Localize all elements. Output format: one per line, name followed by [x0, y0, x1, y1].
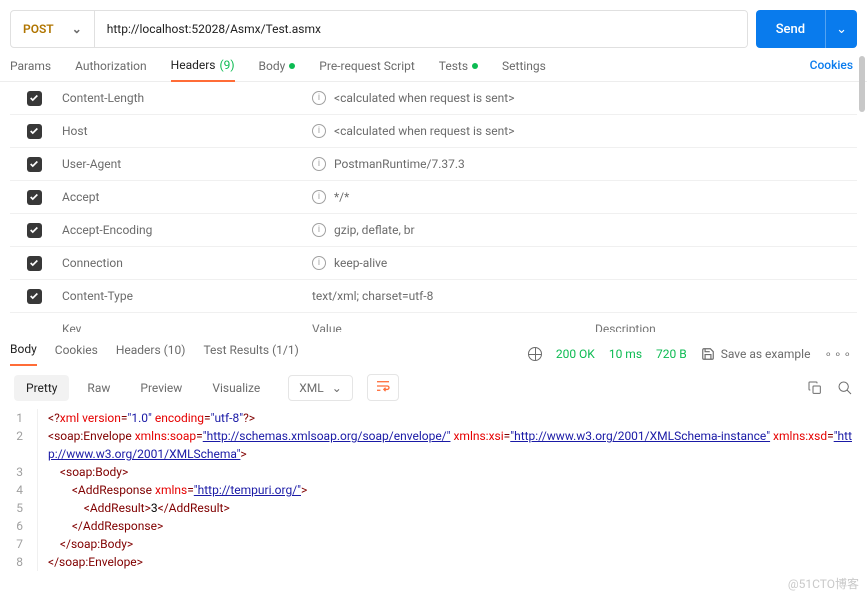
header-key[interactable]: User-Agent [58, 157, 308, 171]
header-key[interactable]: Host [58, 124, 308, 138]
header-row[interactable]: Connectionikeep-alive [10, 247, 857, 280]
tab-body[interactable]: Body [259, 58, 296, 81]
save-icon [701, 347, 715, 361]
header-key[interactable]: Accept-Encoding [58, 223, 308, 237]
tab-prerequest[interactable]: Pre-request Script [319, 58, 414, 81]
info-icon: i [312, 157, 326, 171]
header-value-input[interactable] [312, 322, 583, 332]
resp-tab-cookies[interactable]: Cookies [55, 343, 98, 365]
header-key[interactable]: Connection [58, 256, 308, 270]
info-icon: i [312, 91, 326, 105]
resp-tab-headers[interactable]: Headers (10) [116, 343, 186, 365]
globe-icon[interactable] [528, 347, 542, 361]
header-value[interactable]: igzip, deflate, br [308, 223, 587, 237]
view-preview[interactable]: Preview [128, 375, 194, 401]
header-value[interactable]: text/xml; charset=utf-8 [308, 289, 587, 303]
header-value[interactable]: i*/* [308, 190, 587, 204]
body-dot-icon [289, 63, 295, 69]
chevron-down-icon: ⌄ [72, 22, 82, 36]
view-pretty[interactable]: Pretty [14, 375, 69, 401]
header-desc-input[interactable] [595, 322, 849, 332]
checkbox[interactable] [27, 157, 42, 172]
response-tabs: Body Cookies Headers (10) Test Results (… [0, 332, 867, 366]
resp-tests-label: Test Results [203, 343, 269, 357]
header-row-empty[interactable] [10, 313, 857, 332]
checkbox[interactable] [27, 256, 42, 271]
tab-settings[interactable]: Settings [502, 58, 546, 81]
header-value[interactable]: ikeep-alive [308, 256, 587, 270]
resp-headers-label: Headers [116, 343, 161, 357]
tab-headers-label: Headers [171, 58, 216, 72]
checkbox[interactable] [27, 91, 42, 106]
checkbox[interactable] [27, 124, 42, 139]
more-menu-icon[interactable]: ∘∘∘ [824, 347, 853, 361]
resp-tests-count: (1/1) [272, 343, 299, 357]
view-raw[interactable]: Raw [75, 375, 122, 401]
info-icon: i [312, 256, 326, 270]
http-method-label: POST [23, 22, 54, 36]
send-button-label: Send [756, 10, 825, 48]
header-value[interactable]: i<calculated when request is sent> [308, 91, 587, 105]
header-row[interactable]: Content-Typetext/xml; charset=utf-8 [10, 280, 857, 313]
header-key-input[interactable] [62, 322, 304, 332]
wrap-icon [376, 380, 390, 392]
header-key[interactable]: Content-Length [58, 91, 308, 105]
tab-headers[interactable]: Headers (9) [171, 58, 235, 82]
resp-tab-tests[interactable]: Test Results (1/1) [203, 343, 298, 365]
language-label: XML [299, 381, 323, 395]
method-url-bar: POST ⌄ [10, 10, 748, 48]
status-code: 200 OK [556, 347, 595, 361]
header-row[interactable]: Hosti<calculated when request is sent> [10, 115, 857, 148]
send-button[interactable]: Send ⌄ [756, 10, 857, 48]
view-visualize[interactable]: Visualize [200, 375, 272, 401]
resp-headers-count: (10) [164, 343, 186, 357]
checkbox[interactable] [27, 190, 42, 205]
tab-authorization[interactable]: Authorization [75, 58, 147, 81]
header-row[interactable]: Accepti*/* [10, 181, 857, 214]
info-icon: i [312, 124, 326, 138]
header-key[interactable]: Content-Type [58, 289, 308, 303]
headers-table: Content-Lengthi<calculated when request … [0, 82, 867, 332]
tab-tests[interactable]: Tests [439, 58, 478, 81]
view-options-bar: Pretty Raw Preview Visualize XML ⌄ [0, 366, 867, 409]
language-select[interactable]: XML ⌄ [288, 375, 353, 401]
tab-tests-label: Tests [439, 59, 468, 73]
url-input[interactable] [95, 11, 747, 47]
header-key[interactable]: Accept [58, 190, 308, 204]
header-value[interactable]: i<calculated when request is sent> [308, 124, 587, 138]
request-tabs: Params Authorization Headers (9) Body Pr… [0, 48, 867, 82]
resp-time: 10 ms [609, 347, 642, 361]
chevron-down-icon: ⌄ [332, 381, 342, 395]
wrap-lines-button[interactable] [367, 374, 399, 401]
header-row[interactable]: User-AgentiPostmanRuntime/7.37.3 [10, 148, 857, 181]
checkbox[interactable] [27, 289, 42, 304]
tab-body-label: Body [259, 59, 286, 73]
save-label: Save as example [721, 347, 811, 361]
send-dropdown[interactable]: ⌄ [825, 10, 857, 48]
tab-params[interactable]: Params [10, 58, 51, 81]
search-icon[interactable] [837, 380, 853, 396]
http-method-select[interactable]: POST ⌄ [11, 11, 95, 47]
header-row[interactable]: Content-Lengthi<calculated when request … [10, 82, 857, 115]
watermark: @51CTO博客 [788, 575, 859, 592]
cookies-link[interactable]: Cookies [810, 58, 853, 72]
resp-size: 720 B [656, 347, 687, 361]
header-value[interactable]: iPostmanRuntime/7.37.3 [308, 157, 587, 171]
scrollbar[interactable] [859, 56, 865, 112]
checkbox[interactable] [27, 223, 42, 238]
info-icon: i [312, 190, 326, 204]
header-row[interactable]: Accept-Encodingigzip, deflate, br [10, 214, 857, 247]
copy-icon[interactable] [807, 380, 823, 396]
tests-dot-icon [472, 63, 478, 69]
response-body[interactable]: 1<?xml version="1.0" encoding="utf-8"?> … [0, 409, 867, 571]
resp-tab-body[interactable]: Body [10, 342, 37, 366]
save-as-example[interactable]: Save as example [701, 347, 811, 361]
tab-headers-count: (9) [220, 58, 235, 72]
info-icon: i [312, 223, 326, 237]
